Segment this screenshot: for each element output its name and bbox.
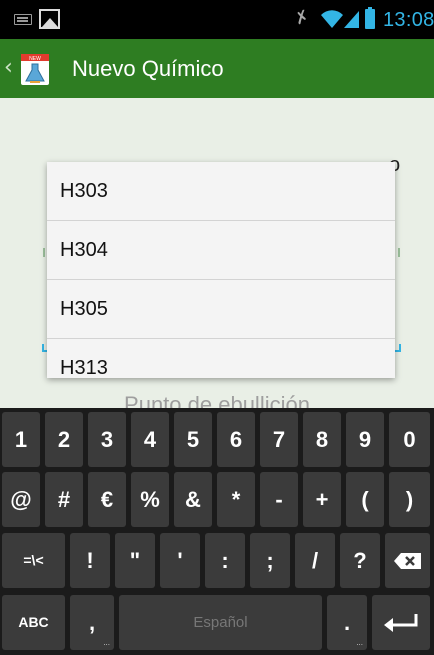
key-percent[interactable]: % — [131, 472, 169, 527]
wifi-icon — [321, 10, 343, 28]
key-exclamation[interactable]: ! — [70, 533, 110, 588]
soft-keyboard: 1 2 3 4 5 6 7 8 9 0 @ # € % & * - + ( ) … — [0, 408, 434, 655]
key-plus[interactable]: + — [303, 472, 341, 527]
comma-key[interactable]: , ... — [70, 595, 114, 650]
action-bar: ‹ NEW Nuevo Químico — [0, 39, 434, 98]
image-notification-icon — [39, 9, 60, 29]
abc-mode-key[interactable]: ABC — [2, 595, 65, 650]
back-chevron-icon[interactable]: ‹ — [4, 55, 13, 80]
suggestion-item[interactable]: H303 — [47, 162, 395, 221]
key-double-quote[interactable]: " — [115, 533, 155, 588]
field-edge-right — [398, 248, 400, 257]
key-2[interactable]: 2 — [45, 412, 83, 467]
field-edge-left — [43, 248, 45, 257]
backspace-key[interactable] — [385, 533, 430, 588]
key-close-paren[interactable]: ) — [389, 472, 430, 527]
key-more-symbols[interactable]: =\< — [2, 533, 65, 588]
key-at[interactable]: @ — [2, 472, 40, 527]
key-asterisk[interactable]: * — [217, 472, 255, 527]
vibrate-icon: ✗ — [292, 6, 313, 30]
comma-key-hint: ... — [103, 638, 110, 647]
enter-icon — [384, 614, 418, 632]
key-slash[interactable]: / — [295, 533, 335, 588]
status-time: 13:08 — [383, 9, 434, 31]
status-bar: ✗ 13:08 — [0, 0, 434, 39]
app-logo-icon[interactable]: NEW — [19, 51, 51, 87]
period-key[interactable]: . ... — [327, 595, 367, 650]
battery-icon — [365, 7, 375, 29]
key-semicolon[interactable]: ; — [250, 533, 290, 588]
key-3[interactable]: 3 — [88, 412, 126, 467]
period-key-hint: ... — [356, 638, 363, 647]
key-apostrophe[interactable]: ' — [160, 533, 200, 588]
key-open-paren[interactable]: ( — [346, 472, 384, 527]
key-euro[interactable]: € — [88, 472, 126, 527]
key-hash[interactable]: # — [45, 472, 83, 527]
key-7[interactable]: 7 — [260, 412, 298, 467]
key-question[interactable]: ? — [340, 533, 380, 588]
key-4[interactable]: 4 — [131, 412, 169, 467]
key-5[interactable]: 5 — [174, 412, 212, 467]
form-content: o h3 Punto de ebullición H303 H304 H305 … — [0, 98, 434, 417]
keyboard-icon — [14, 14, 32, 25]
key-9[interactable]: 9 — [346, 412, 384, 467]
enter-key[interactable] — [372, 595, 430, 650]
key-ampersand[interactable]: & — [174, 472, 212, 527]
logo-badge-text: NEW — [29, 56, 41, 62]
space-key[interactable]: Español — [119, 595, 322, 650]
suggestion-item[interactable]: H313 — [47, 339, 395, 378]
backspace-icon — [394, 553, 421, 569]
autocomplete-dropdown: H303 H304 H305 H313 — [47, 162, 395, 378]
key-6[interactable]: 6 — [217, 412, 255, 467]
suggestion-item[interactable]: H304 — [47, 221, 395, 280]
suggestion-item[interactable]: H305 — [47, 280, 395, 339]
signal-icon — [344, 11, 359, 28]
key-8[interactable]: 8 — [303, 412, 341, 467]
key-1[interactable]: 1 — [2, 412, 40, 467]
key-minus[interactable]: - — [260, 472, 298, 527]
page-title: Nuevo Químico — [72, 56, 224, 81]
key-colon[interactable]: : — [205, 533, 245, 588]
comma-key-label: , — [88, 610, 96, 635]
period-key-label: . — [343, 610, 351, 635]
key-0[interactable]: 0 — [389, 412, 430, 467]
